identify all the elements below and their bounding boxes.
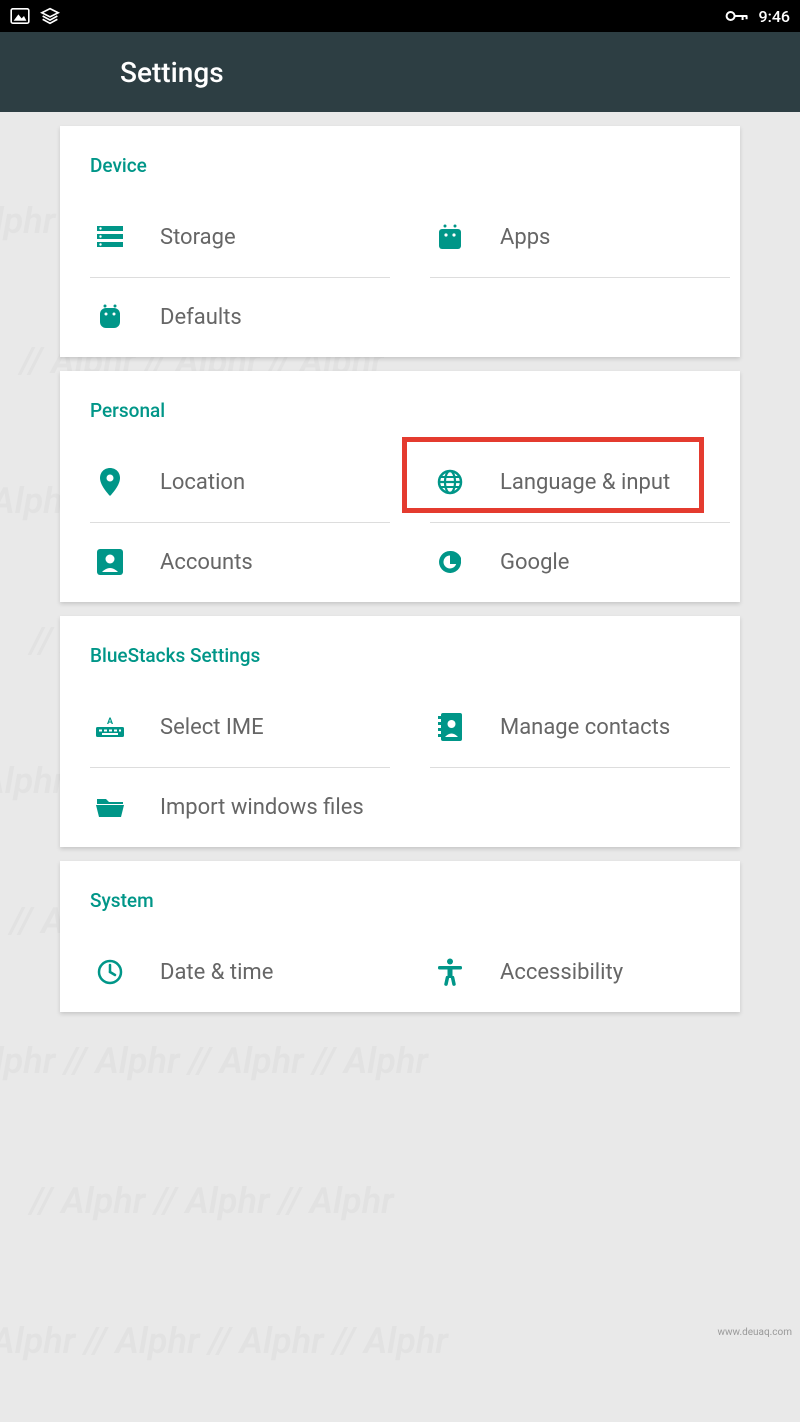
svg-text:A: A [107,717,114,727]
item-label: Location [130,470,245,495]
android-icon [90,304,130,330]
item-location[interactable]: Location [60,442,400,522]
section-header-bluestacks: BlueStacks Settings [60,636,740,687]
location-icon [90,468,130,496]
empty-cell [400,277,740,357]
stack-icon [40,7,60,25]
status-bar: 9:46 [0,0,800,32]
page-title: Settings [120,56,224,89]
vpn-key-icon [725,9,749,23]
item-accounts[interactable]: Accounts [60,522,400,602]
item-label: Google [470,550,569,575]
clock-icon [90,959,130,985]
item-label: Select IME [130,715,264,740]
storage-icon [90,226,130,248]
item-label: Accounts [130,550,253,575]
accessibility-icon [430,958,470,986]
item-label: Apps [470,225,550,250]
section-header-device: Device [60,146,740,197]
apps-icon [430,224,470,250]
app-bar: Settings [0,32,800,112]
section-header-system: System [60,881,740,932]
card-device: Device Storage Apps Defaults [60,126,740,357]
item-accessibility[interactable]: Accessibility [400,932,740,1012]
item-google[interactable]: Google [400,522,740,602]
source-url: www.deuaq.com [718,1327,793,1338]
item-defaults[interactable]: Defaults [60,277,400,357]
item-date-time[interactable]: Date & time [60,932,400,1012]
item-select-ime[interactable]: A Select IME [60,687,400,767]
card-bluestacks: BlueStacks Settings A Select IME Manage … [60,616,740,847]
item-storage[interactable]: Storage [60,197,400,277]
empty-cell [400,767,740,847]
item-import-files[interactable]: Import windows files [60,767,400,847]
item-label: Storage [130,225,236,250]
folder-icon [90,796,130,818]
item-label: Date & time [130,960,273,985]
account-icon [90,549,130,575]
item-label: Defaults [130,305,242,330]
item-label: Manage contacts [470,715,670,740]
item-label: Import windows files [130,795,364,820]
item-manage-contacts[interactable]: Manage contacts [400,687,740,767]
google-icon [430,549,470,575]
image-icon [10,8,30,24]
item-label: Accessibility [470,960,623,985]
item-apps[interactable]: Apps [400,197,740,277]
highlight-language-input [402,437,704,513]
status-time: 9:46 [759,7,791,26]
keyboard-icon: A [90,716,130,738]
section-header-personal: Personal [60,391,740,442]
card-system: System Date & time Accessibility [60,861,740,1012]
contacts-icon [430,713,470,741]
